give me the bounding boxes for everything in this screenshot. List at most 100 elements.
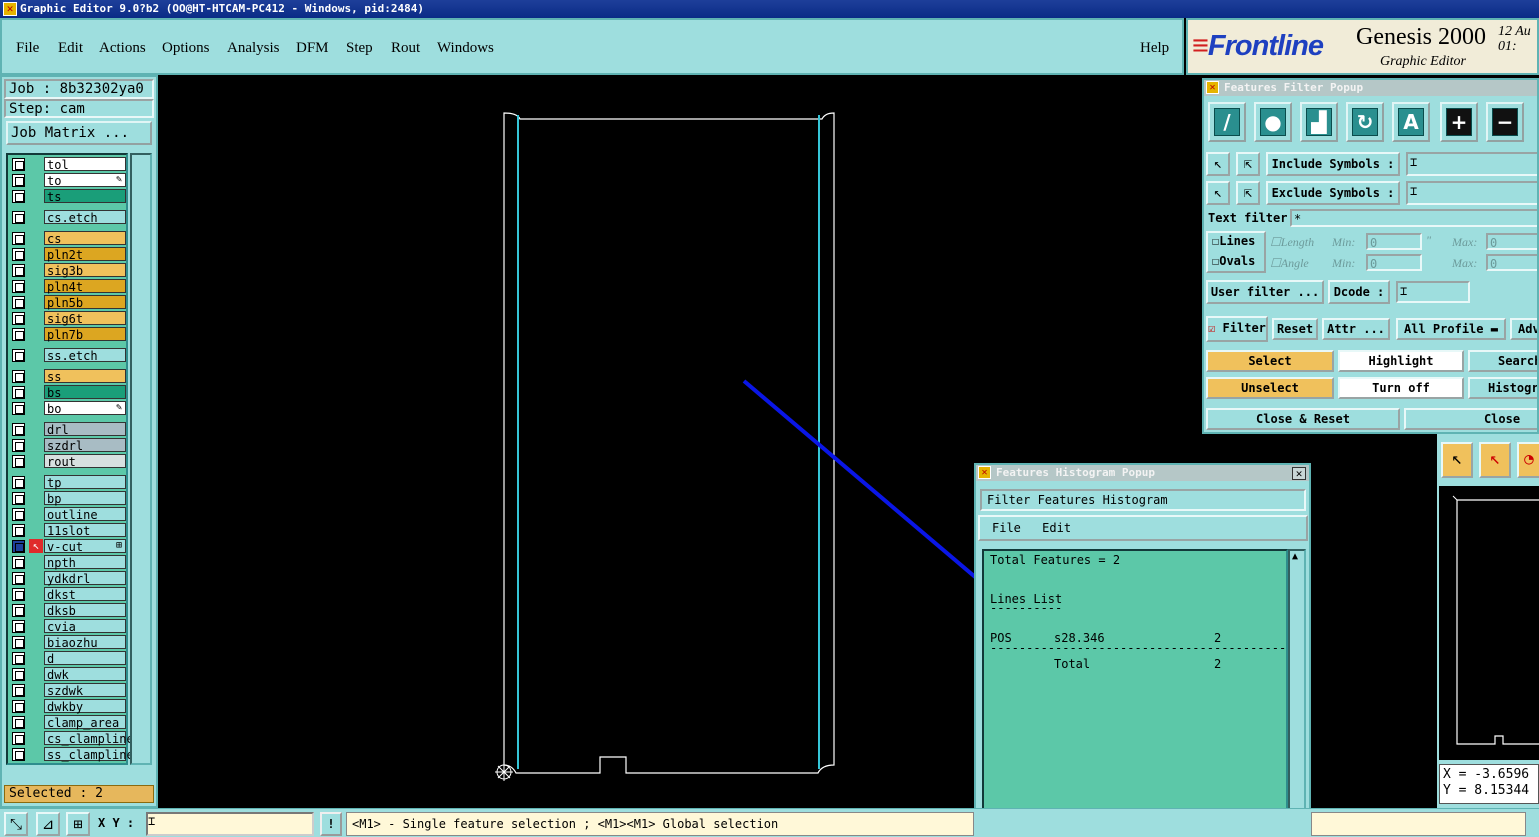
plus-polarity-button[interactable]: + xyxy=(1440,102,1478,142)
layer-name[interactable]: cs_clampline xyxy=(44,731,134,746)
window-menu-icon[interactable]: ✕ xyxy=(3,2,17,16)
layer-name[interactable]: sig6t xyxy=(44,311,126,326)
unselect-button[interactable]: Unselect xyxy=(1206,377,1334,399)
layer-name[interactable]: npth xyxy=(44,555,126,570)
layer-name[interactable]: bs xyxy=(44,385,126,400)
profile-select[interactable]: All Profile ▬ xyxy=(1396,318,1506,340)
text-feature-button[interactable]: A xyxy=(1392,102,1430,142)
layer-checkbox[interactable] xyxy=(12,455,25,468)
layer-checkbox[interactable] xyxy=(12,386,25,399)
xy-input[interactable]: ⌶ xyxy=(146,812,314,836)
histogram-text-area[interactable]: Total Features = 2 Lines List ----------… xyxy=(982,549,1288,837)
layer-name[interactable]: to xyxy=(44,173,126,188)
layer-checkbox[interactable] xyxy=(12,423,25,436)
length-min-input[interactable]: 0 xyxy=(1366,233,1422,250)
layer-checkbox[interactable] xyxy=(12,716,25,729)
layer-name[interactable]: szdrl xyxy=(44,438,126,453)
angle-max-input[interactable]: 0 xyxy=(1486,254,1537,271)
close-button[interactable]: Close xyxy=(1404,408,1537,430)
layer-checkbox[interactable] xyxy=(12,248,25,261)
minus-polarity-button[interactable]: − xyxy=(1486,102,1524,142)
menu-dfm[interactable]: DFM xyxy=(296,40,329,57)
length-checkbox[interactable]: ☐Length xyxy=(1270,235,1314,250)
layer-name[interactable]: 11slot xyxy=(44,523,126,538)
layer-checkbox[interactable] xyxy=(12,211,25,224)
layer-checkbox[interactable] xyxy=(12,190,25,203)
layer-checkbox[interactable] xyxy=(12,572,25,585)
include-pick-button[interactable]: ↖ xyxy=(1206,152,1230,176)
layer-checkbox[interactable] xyxy=(12,370,25,383)
layer-name[interactable]: dksb xyxy=(44,603,126,618)
pointer-tool-button[interactable]: ↖ xyxy=(1441,442,1473,478)
popup-menu-icon[interactable]: ✕ xyxy=(1206,81,1219,94)
highlight-button[interactable]: Highlight xyxy=(1338,350,1464,372)
scroll-up-icon[interactable]: ▲ xyxy=(1292,551,1298,562)
advanced-button[interactable]: Adva xyxy=(1510,318,1537,340)
layer-name[interactable]: tol xyxy=(44,157,126,172)
layer-name[interactable]: sig3b xyxy=(44,263,126,278)
angle-checkbox[interactable]: ☐Angle xyxy=(1270,256,1309,271)
layer-checkbox[interactable] xyxy=(12,604,25,617)
layer-list-scrollbar[interactable] xyxy=(130,153,152,765)
close-reset-button[interactable]: Close & Reset xyxy=(1206,408,1400,430)
attr-button[interactable]: Attr ... xyxy=(1322,318,1390,340)
layer-name[interactable]: ydkdrl xyxy=(44,571,126,586)
angle-min-input[interactable]: 0 xyxy=(1366,254,1422,271)
layer-checkbox[interactable] xyxy=(12,349,25,362)
layer-name[interactable]: dwk xyxy=(44,667,126,682)
filter-toggle[interactable]: ☑ Filter xyxy=(1206,316,1268,342)
layer-name[interactable]: cvia xyxy=(44,619,126,634)
layer-checkbox[interactable] xyxy=(12,652,25,665)
layer-checkbox[interactable] xyxy=(12,296,25,309)
layer-checkbox[interactable] xyxy=(12,328,25,341)
layer-checkbox[interactable] xyxy=(12,264,25,277)
length-max-input[interactable]: 0 xyxy=(1486,233,1537,250)
message-button[interactable]: ! xyxy=(320,812,342,836)
lines-checkbox[interactable]: ☐Lines xyxy=(1212,233,1264,249)
layer-checkbox[interactable] xyxy=(12,620,25,633)
layer-checkbox[interactable] xyxy=(12,476,25,489)
histogram-scrollbar[interactable]: ▲ xyxy=(1288,549,1306,837)
line-feature-button[interactable]: / xyxy=(1208,102,1246,142)
layer-name[interactable]: ss xyxy=(44,369,126,384)
layer-checkbox[interactable] xyxy=(12,280,25,293)
layer-checkbox[interactable] xyxy=(12,748,25,761)
user-filter-button[interactable]: User filter ... xyxy=(1206,280,1324,304)
resize-icon[interactable]: ⤡ xyxy=(4,812,28,836)
layer-checkbox[interactable] xyxy=(12,402,25,415)
arc-feature-button[interactable]: ↻ xyxy=(1346,102,1384,142)
text-filter-input[interactable]: * xyxy=(1290,209,1537,227)
layer-checkbox[interactable] xyxy=(12,588,25,601)
layer-name[interactable]: dkst xyxy=(44,587,126,602)
histogram-menu-edit[interactable]: Edit xyxy=(1042,521,1071,535)
histogram-button[interactable]: Histogra xyxy=(1468,377,1537,399)
exclude-popup-button[interactable]: ⇱ xyxy=(1236,181,1260,205)
layer-name[interactable]: cs.etch xyxy=(44,210,126,225)
layer-name[interactable]: pln2t xyxy=(44,247,126,262)
layer-name[interactable]: ss.etch xyxy=(44,348,126,363)
layer-name[interactable]: ts xyxy=(44,189,126,204)
layer-name[interactable]: bp xyxy=(44,491,126,506)
layer-name[interactable]: clamp_area xyxy=(44,715,126,730)
layer-name[interactable]: v-cut xyxy=(44,539,126,554)
layer-checkbox[interactable] xyxy=(12,158,25,171)
layer-checkbox[interactable] xyxy=(12,174,25,187)
layer-name[interactable]: pln7b xyxy=(44,327,126,342)
layer-name[interactable]: ss_clampline xyxy=(44,747,134,762)
layer-name[interactable]: pln4t xyxy=(44,279,126,294)
zoom-tool-button[interactable]: ◔ xyxy=(1517,442,1539,478)
exclude-pick-button[interactable]: ↖ xyxy=(1206,181,1230,205)
select-button[interactable]: Select xyxy=(1206,350,1334,372)
snap-grid-icon[interactable]: ⊞ xyxy=(66,812,90,836)
layer-name[interactable]: tp xyxy=(44,475,126,490)
layer-checkbox[interactable] xyxy=(12,636,25,649)
menu-step[interactable]: Step xyxy=(346,40,373,57)
surface-feature-button[interactable]: ▟ xyxy=(1300,102,1338,142)
layer-checkbox[interactable] xyxy=(12,556,25,569)
popup-menu-icon[interactable]: ✕ xyxy=(978,466,991,479)
layer-name[interactable]: szdwk xyxy=(44,683,126,698)
menu-actions[interactable]: Actions xyxy=(99,40,146,57)
layer-checkbox[interactable] xyxy=(12,700,25,713)
select-tool-button[interactable]: ↖ xyxy=(1479,442,1511,478)
layer-name[interactable]: d xyxy=(44,651,126,666)
